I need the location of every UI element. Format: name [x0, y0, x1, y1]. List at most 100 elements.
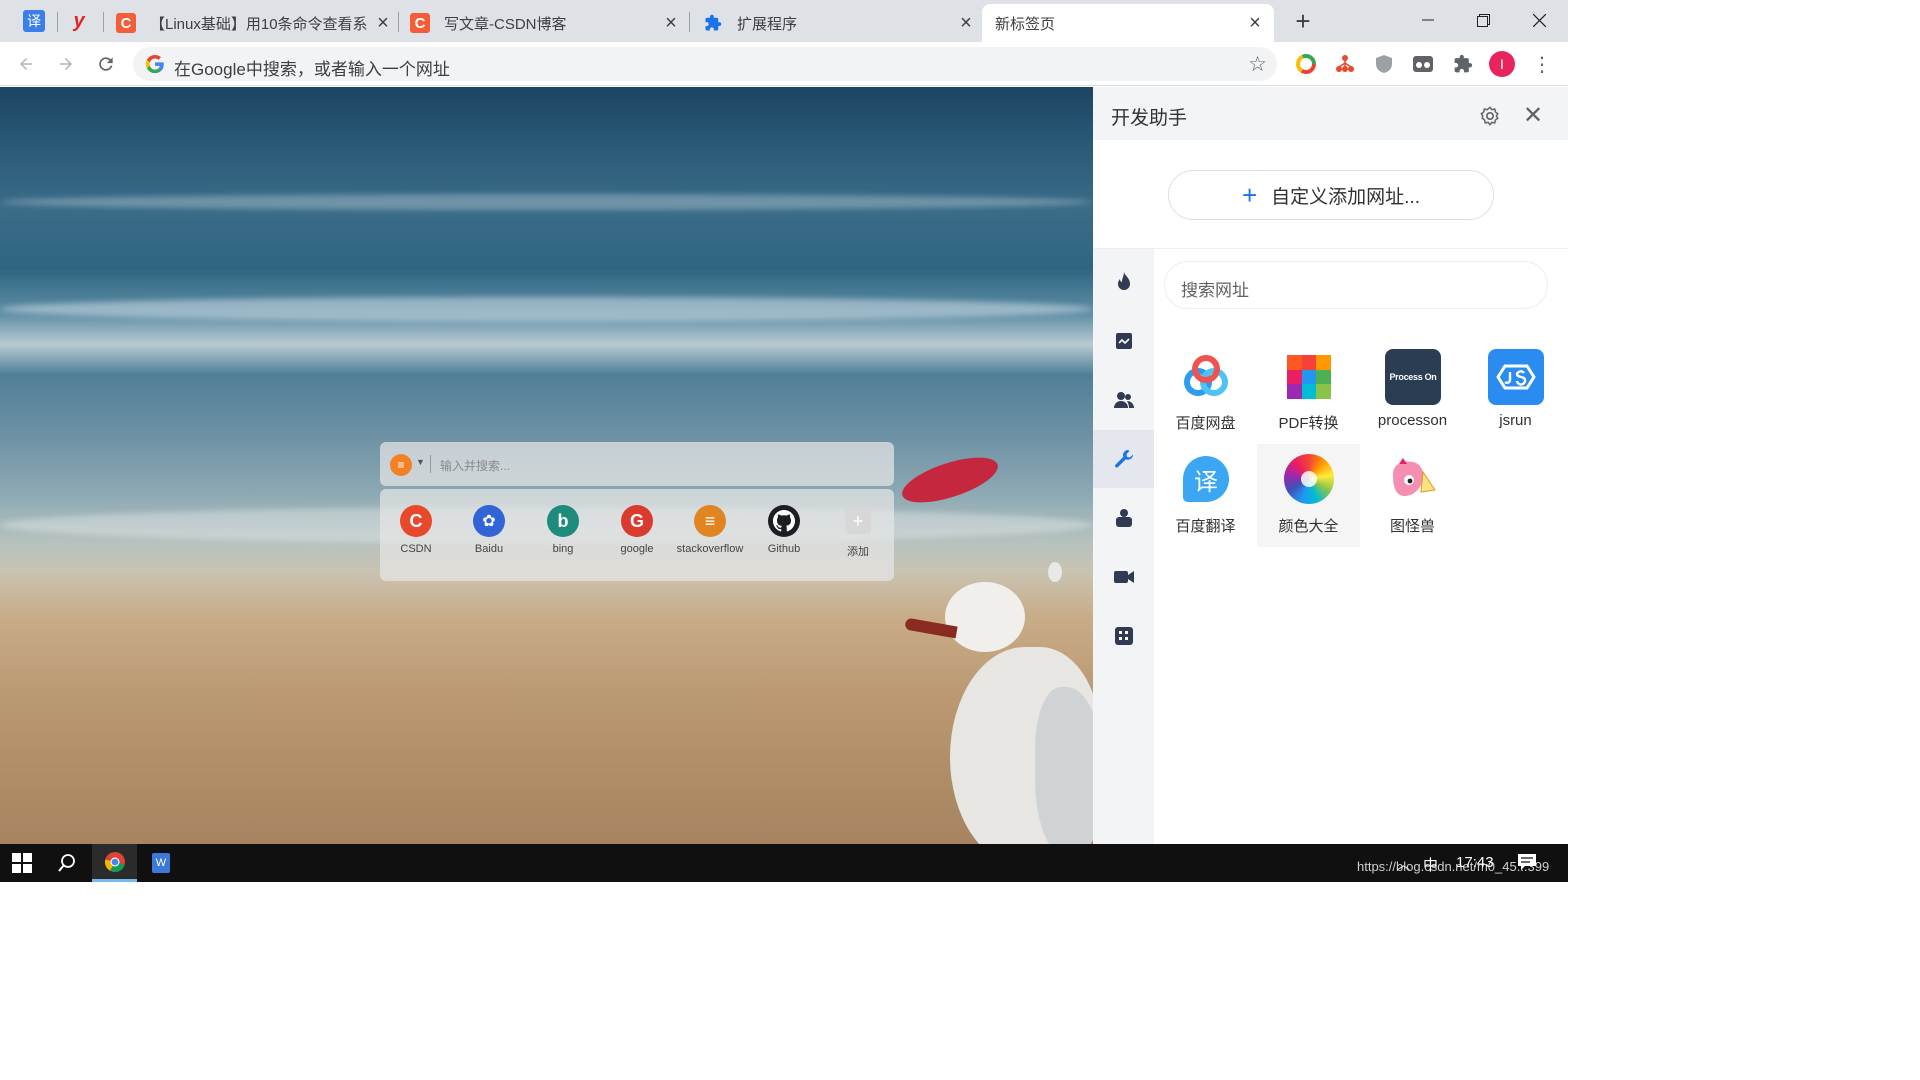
rail-person[interactable] [1093, 489, 1154, 547]
tab-linux-basics[interactable]: C 【Linux基础】用10条命令查看系 × [116, 4, 394, 42]
tab-separator [57, 12, 58, 32]
tab-new-tab[interactable]: 新标签页 × [982, 4, 1274, 42]
close-tab-icon[interactable]: × [955, 12, 977, 34]
more-menu-icon[interactable]: ⋮ [1530, 52, 1554, 76]
baidu-netdisk-icon [1184, 355, 1228, 396]
profile-avatar[interactable]: I [1489, 51, 1515, 77]
small-seagull-shape [1048, 562, 1062, 582]
close-tab-icon[interactable]: × [372, 12, 394, 34]
person-icon [1115, 509, 1132, 527]
extension-shield[interactable] [1372, 52, 1396, 76]
quick-link-label: Github [767, 543, 801, 555]
tab-csdn-write[interactable]: C 写文章-CSDN博客 × [410, 4, 682, 42]
gear-icon[interactable] [1479, 105, 1501, 127]
minimize-button[interactable] [1401, 2, 1455, 38]
site-search-input[interactable]: 搜索网址 [1164, 261, 1548, 309]
back-button[interactable] [12, 50, 40, 78]
site-processon[interactable]: Process On processon [1361, 341, 1464, 444]
rail-video[interactable] [1093, 548, 1154, 606]
puzzle-icon [703, 13, 723, 33]
restore-button[interactable] [1456, 2, 1510, 38]
close-icon [1532, 13, 1546, 27]
rail-tools[interactable] [1093, 430, 1154, 488]
taskbar-search-button[interactable] [44, 844, 90, 882]
extension-incognito[interactable] [1411, 52, 1435, 76]
calculator-icon [1114, 627, 1133, 645]
category-rail [1093, 249, 1154, 844]
quick-link-csdn[interactable]: C CSDN [381, 505, 451, 555]
ntp-search-bar[interactable]: ≡ ▼ 输入并搜索... [380, 442, 894, 486]
forward-button[interactable] [52, 50, 80, 78]
arrow-right-icon [60, 58, 72, 70]
tab-title: 扩展程序 [737, 15, 798, 33]
google-icon [145, 54, 164, 74]
ime-indicator[interactable]: 中 [1423, 854, 1438, 875]
video-icon [1113, 571, 1134, 583]
site-color-palette[interactable]: 颜色大全 [1257, 444, 1360, 547]
close-tab-icon[interactable]: × [1244, 12, 1266, 34]
tab-title: 写文章-CSDN博客 [444, 15, 567, 33]
users-icon [1113, 392, 1134, 408]
site-search-placeholder: 搜索网址 [1181, 281, 1249, 300]
quick-link-bing[interactable]: b bing [528, 505, 598, 555]
baidu-paw-icon: ✿ [473, 505, 505, 537]
tab-title: 【Linux基础】用10条命令查看系 [150, 15, 368, 33]
quick-link-baidu[interactable]: ✿ Baidu [454, 505, 524, 555]
site-tuguaishou[interactable]: 图怪兽 [1361, 444, 1464, 547]
taskbar-chrome[interactable] [92, 844, 137, 882]
tab-separator [689, 12, 690, 32]
youdao-icon: y [73, 9, 85, 32]
bookmark-star-icon[interactable]: ☆ [1248, 52, 1267, 77]
search-engine-stackoverflow-icon[interactable]: ≡ [390, 454, 412, 476]
plus-icon: + [1241, 180, 1258, 210]
notification-center-icon[interactable] [1517, 853, 1537, 875]
network-tree-icon [1336, 55, 1354, 72]
quick-link-github[interactable]: Github [749, 505, 819, 555]
chrome-extension-ring[interactable] [1294, 52, 1318, 76]
quick-link-google[interactable]: G google [602, 505, 672, 555]
extension-network-icon[interactable] [1333, 52, 1357, 76]
tab-extensions[interactable]: 扩展程序 × [703, 4, 977, 42]
github-icon [768, 505, 800, 537]
quick-link-stackoverflow[interactable]: ≡ stackoverflow [675, 505, 745, 555]
add-custom-url-button[interactable]: + 自定义添加网址... [1168, 170, 1494, 220]
site-name: jsrun [1499, 412, 1532, 429]
seagull-wing-shape [1035, 687, 1093, 844]
color-wheel-icon [1284, 454, 1334, 504]
tab-title: 新标签页 [995, 15, 1056, 33]
pinned-tab-youdao[interactable]: y [65, 7, 93, 35]
close-window-button[interactable] [1512, 2, 1566, 38]
omnibox-placeholder: 在Google中搜索，或者输入一个网址 [174, 60, 450, 79]
site-baidu-translate[interactable]: 译 百度翻译 [1154, 444, 1257, 547]
rail-calculator[interactable] [1093, 607, 1154, 665]
add-plus-icon: + [845, 508, 871, 534]
rail-community[interactable] [1093, 371, 1154, 429]
rail-hot[interactable] [1093, 253, 1154, 311]
quick-link-add[interactable]: + 添加 [823, 505, 893, 559]
taskbar-word[interactable]: W [139, 844, 183, 882]
omnibox[interactable]: 在Google中搜索，或者输入一个网址 ☆ [133, 47, 1277, 81]
pinned-tab-translate[interactable]: 译 [20, 7, 48, 35]
quick-link-label: 添加 [847, 546, 869, 558]
tray-chevron-icon[interactable]: ︿ [1397, 854, 1410, 873]
site-jsrun[interactable]: jsrun [1464, 341, 1567, 444]
site-baidu-netdisk[interactable]: 百度网盘 [1154, 341, 1257, 444]
csdn-icon: C [116, 13, 136, 33]
translate-icon: 译 [23, 10, 45, 32]
start-button[interactable] [0, 844, 44, 882]
close-tab-icon[interactable]: × [660, 12, 682, 34]
baidu-translate-icon: 译 [1183, 456, 1229, 502]
rail-charts[interactable] [1093, 312, 1154, 370]
avatar-initial: I [1500, 56, 1504, 72]
taskbar-clock[interactable]: 17:43 [1456, 854, 1494, 871]
panel-close-icon[interactable]: ✕ [1523, 101, 1543, 130]
new-tab-button[interactable]: + [1290, 6, 1316, 36]
extensions-menu-button[interactable] [1451, 52, 1475, 76]
reload-icon [99, 57, 113, 71]
tools-icon [1114, 450, 1133, 468]
site-pdf-convert[interactable]: PDF转换 [1257, 341, 1360, 444]
engine-dropdown-arrow-icon[interactable]: ▼ [416, 457, 425, 467]
site-name: 颜色大全 [1278, 518, 1339, 535]
wave-foam [0, 297, 1093, 321]
reload-button[interactable] [92, 50, 120, 78]
